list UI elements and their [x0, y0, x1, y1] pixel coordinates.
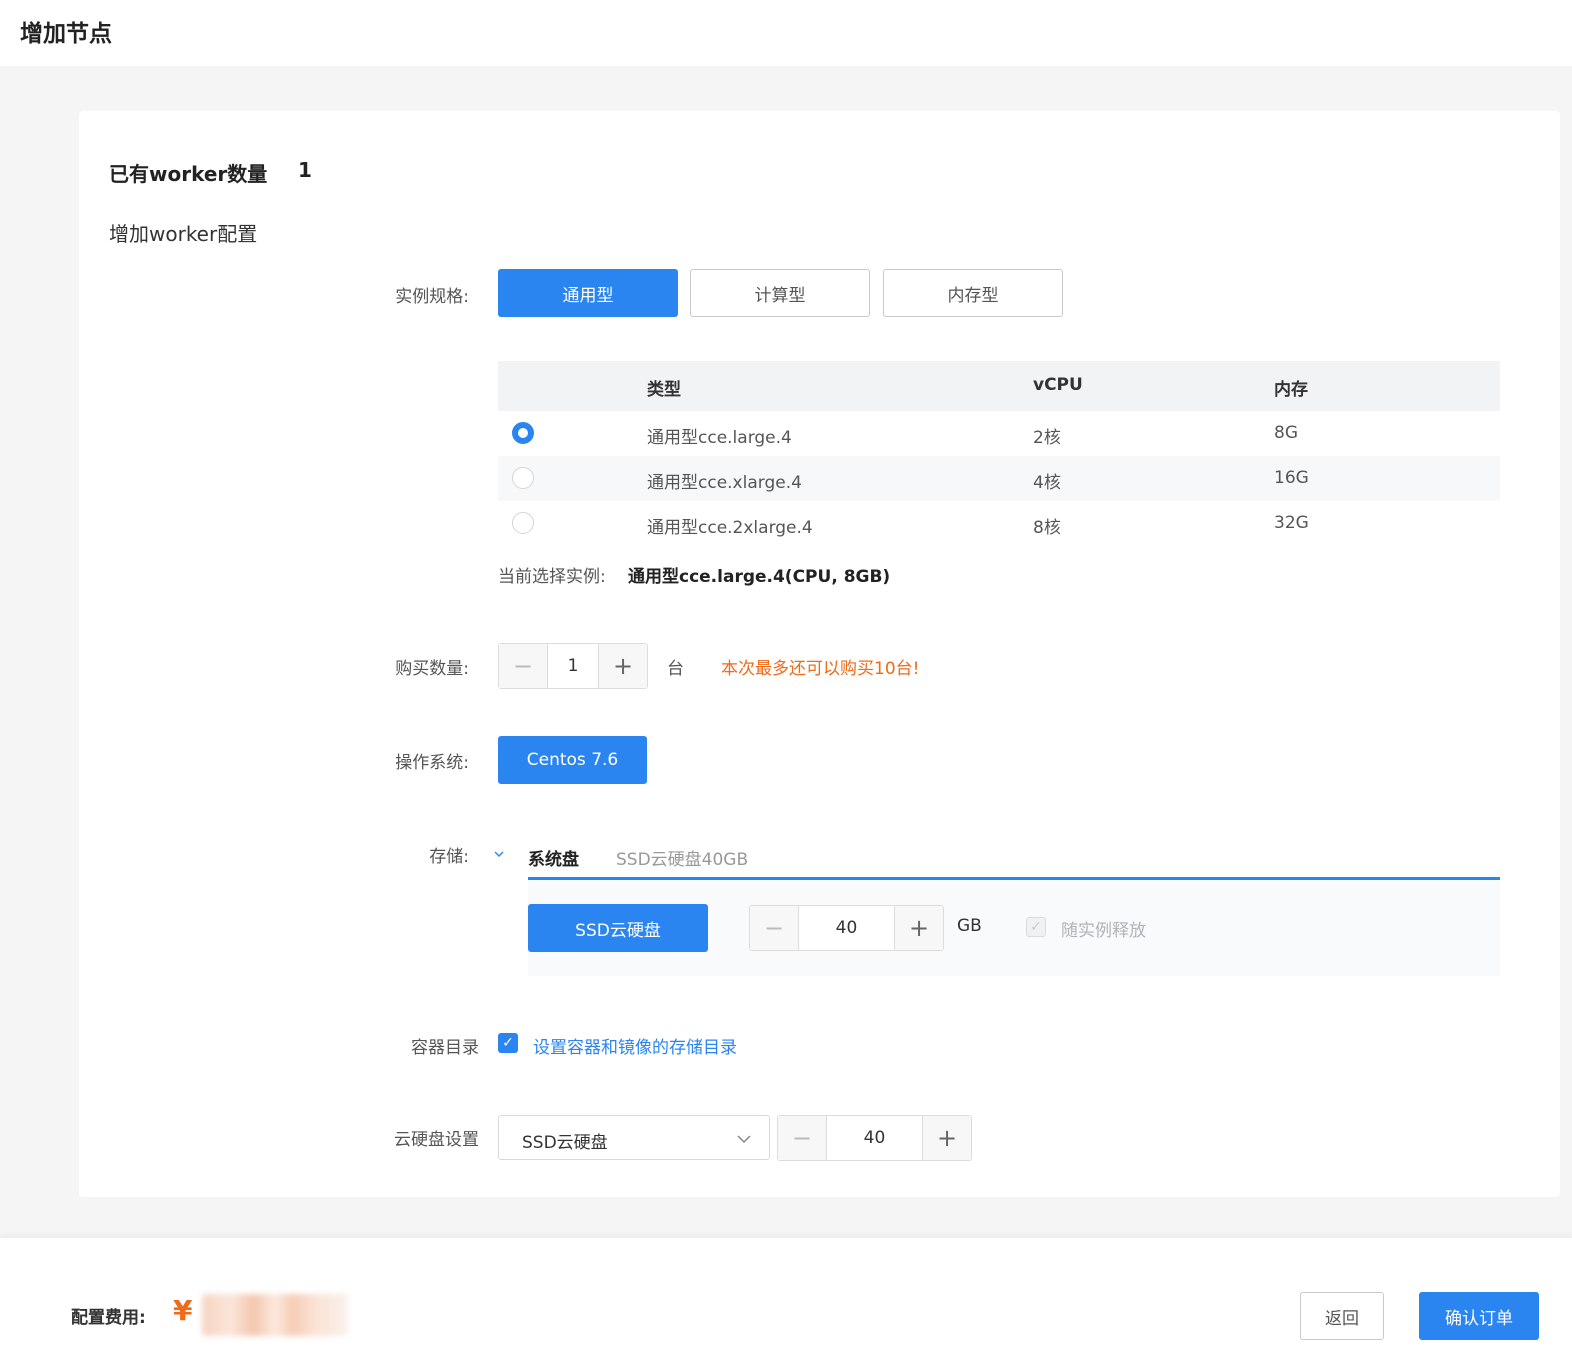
os-label: 操作系统: [395, 753, 469, 773]
fee-label: 配置费用: [71, 1308, 146, 1328]
fee-amount-redacted [202, 1294, 348, 1336]
system-disk-summary: SSD云硬盘40GB [616, 850, 749, 870]
table-row[interactable]: 通用型cce.large.4 2核 8G [498, 411, 1500, 456]
existing-workers-label: 已有worker数量 [109, 162, 268, 186]
config-card: 已有worker数量 1 增加worker配置 实例规格: 通用型 计算型 内存… [79, 111, 1560, 1197]
instance-spec-label: 实例规格: [395, 287, 469, 307]
increment-button[interactable]: + [923, 1116, 971, 1160]
spec-type-general-button[interactable]: 通用型 [498, 269, 678, 317]
purchase-quantity-label: 购买数量: [395, 659, 469, 679]
spec-type-memory-button[interactable]: 内存型 [883, 269, 1063, 317]
column-header-vcpu: vCPU [1033, 375, 1083, 395]
decrement-button[interactable]: − [499, 644, 547, 688]
system-disk-panel: SSD云硬盘 − 40 + GB ✓ 随实例释放 [528, 880, 1500, 976]
current-selection-label: 当前选择实例: [498, 567, 606, 587]
chevron-down-icon [735, 1130, 753, 1148]
cloud-disk-size-stepper: − 40 + [777, 1115, 972, 1161]
page-title: 增加节点 [20, 21, 112, 47]
spec-type-compute-button[interactable]: 计算型 [690, 269, 870, 317]
disk-size-unit: GB [957, 916, 982, 936]
container-dir-checkbox[interactable]: ✓ [498, 1033, 518, 1053]
container-dir-link[interactable]: 设置容器和镜像的存储目录 [533, 1033, 737, 1058]
spec-name: 通用型cce.xlarge.4 [647, 473, 802, 493]
decrement-button[interactable]: − [778, 1116, 826, 1160]
storage-label: 存储: [429, 847, 469, 867]
spec-vcpu: 2核 [1033, 428, 1061, 448]
spec-memory: 8G [1274, 423, 1298, 443]
instance-spec-table: 类型 vCPU 内存 通用型cce.large.4 2核 8G 通用型cce.x… [498, 361, 1500, 546]
table-row[interactable]: 通用型cce.xlarge.4 4核 16G [498, 456, 1500, 501]
back-button[interactable]: 返回 [1300, 1292, 1384, 1340]
cloud-disk-label: 云硬盘设置 [394, 1130, 479, 1150]
table-row[interactable]: 通用型cce.2xlarge.4 8核 32G [498, 501, 1500, 546]
spec-vcpu: 8核 [1033, 518, 1061, 538]
release-with-instance-label: 随实例释放 [1061, 921, 1146, 941]
order-footer: 配置费用: ¥ 返回 确认订单 [0, 1238, 1572, 1369]
chevron-down-icon[interactable] [492, 846, 506, 860]
table-header: 类型 vCPU 内存 [498, 361, 1500, 411]
os-centos-button[interactable]: Centos 7.6 [498, 736, 647, 784]
fee-currency: ¥ [173, 1294, 193, 1327]
select-value: SSD云硬盘 [522, 1133, 608, 1153]
release-with-instance-checkbox: ✓ [1026, 917, 1046, 937]
spec-memory: 16G [1274, 468, 1309, 488]
column-header-type: 类型 [647, 380, 681, 400]
storage-tabs: 系统盘 SSD云硬盘40GB [528, 836, 1500, 880]
spec-name: 通用型cce.2xlarge.4 [647, 518, 813, 538]
quantity-unit: 台 [667, 659, 684, 679]
current-selection-value: 通用型cce.large.4(CPU, 8GB) [628, 567, 891, 587]
decrement-button[interactable]: − [750, 906, 798, 950]
system-disk-size-stepper: − 40 + [749, 905, 944, 951]
spec-memory: 32G [1274, 513, 1309, 533]
quantity-input[interactable]: 1 [547, 644, 599, 688]
confirm-order-button[interactable]: 确认订单 [1419, 1292, 1539, 1340]
increment-button[interactable]: + [895, 906, 943, 950]
spec-radio[interactable] [512, 512, 534, 534]
increment-button[interactable]: + [599, 644, 647, 688]
spec-radio-selected[interactable] [512, 422, 534, 444]
cloud-disk-size-input[interactable]: 40 [826, 1116, 923, 1160]
cloud-disk-type-select[interactable]: SSD云硬盘 [498, 1115, 770, 1160]
spec-radio[interactable] [512, 467, 534, 489]
purchase-quantity-stepper: − 1 + [498, 643, 648, 689]
page-header: 增加节点 [0, 0, 1572, 66]
tab-system-disk[interactable]: 系统盘 [528, 845, 579, 870]
container-dir-label: 容器目录 [411, 1038, 479, 1058]
existing-workers-count: 1 [298, 158, 312, 182]
disk-type-ssd-button[interactable]: SSD云硬盘 [528, 904, 708, 952]
add-config-label: 增加worker配置 [109, 222, 258, 246]
spec-name: 通用型cce.large.4 [647, 428, 792, 448]
purchase-limit-hint: 本次最多还可以购买10台! [721, 659, 920, 679]
disk-size-input[interactable]: 40 [798, 906, 895, 950]
spec-vcpu: 4核 [1033, 473, 1061, 493]
column-header-memory: 内存 [1274, 380, 1308, 400]
